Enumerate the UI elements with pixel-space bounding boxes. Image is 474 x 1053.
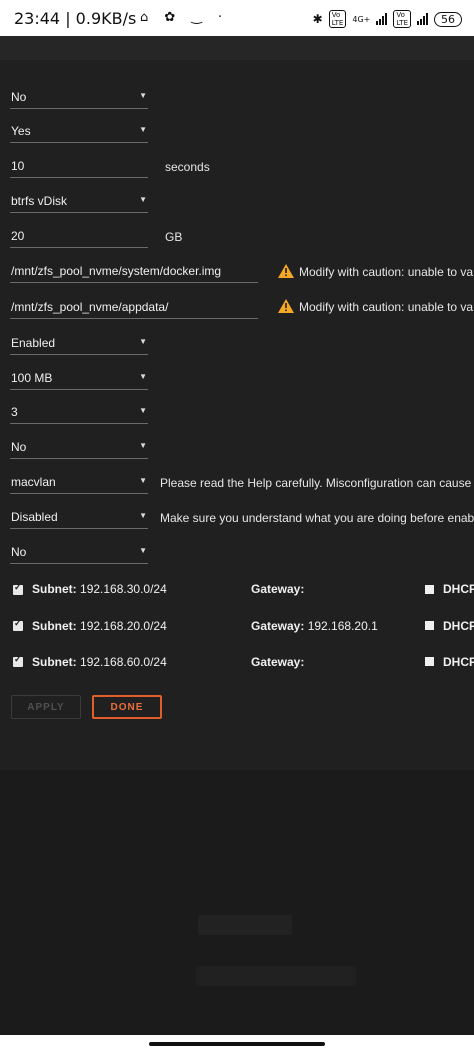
nav-bar [0,1035,474,1053]
header-bar [0,36,474,60]
select-no-2-value: No [11,440,27,454]
chevron-down-icon: ▼ [139,441,147,450]
chevron-down-icon: ▼ [139,337,147,346]
gateway-label: Gateway: [251,619,305,633]
subnet-label: Subnet: [32,582,77,596]
done-button[interactable]: DONE [92,695,162,719]
network-3-checkbox[interactable] [13,654,23,667]
docker-image-warning-text: Modify with caution: unable to va [299,265,474,279]
select-no-3[interactable]: No ▼ [10,541,148,564]
network-1-subnet: Subnet: 192.168.30.0/24 [32,582,167,596]
vdisk-size-value: 20 [11,229,25,243]
network-2-dhcp-checkbox[interactable] [425,621,434,630]
subnet-label: Subnet: [32,619,77,633]
subnet-label: Subnet: [32,655,77,669]
warning-icon [278,299,294,313]
faded-element [198,915,292,935]
network-type-select[interactable]: macvlan ▼ [10,471,148,494]
gateway-label: Gateway: [251,655,305,669]
docker-image-warning: Modify with caution: unable to va [278,264,473,279]
network-type: 4G+ [352,14,371,24]
network-2-subnet: Subnet: 192.168.20.0/24 [32,619,167,633]
timeout-input[interactable]: 10 [10,155,148,178]
chevron-down-icon: ▼ [139,91,147,100]
network-1-dhcp-label: DHCP [443,582,474,596]
network-3-dhcp-checkbox[interactable] [425,657,434,666]
apply-button[interactable]: APPLY [11,695,81,719]
timeout-unit: seconds [165,160,210,174]
select-1-value: No [11,90,27,104]
timeout-value: 10 [11,159,25,173]
select-no-3-value: No [11,545,27,559]
appdata-path-input[interactable]: /mnt/zfs_pool_nvme/appdata/ [10,296,258,319]
status-icons: ✱ Vo LTE 4G+ Vo LTE 56 [313,10,462,28]
subnet-value: 192.168.30.0/24 [80,582,167,596]
appdata-warning: Modify with caution: unable to va [278,299,473,314]
vdisk-size-input[interactable]: 20 [10,225,148,248]
log-rotation-select[interactable]: Enabled ▼ [10,332,148,355]
vdisk-type-value: btrfs vDisk [11,194,68,208]
gateway-label: Gateway: [251,582,305,596]
chevron-down-icon: ▼ [139,372,147,381]
lower-area [0,770,474,1035]
status-bar: 23:44 | 0.9KB/s ⌂ ✿ ‿ · ✱ Vo LTE 4G+ Vo LT… [0,0,474,36]
network-3-dhcp-label: DHCP [443,655,474,669]
network-1-checkbox[interactable] [13,582,23,595]
host-access-select[interactable]: Disabled ▼ [10,506,148,529]
vdisk-type-select[interactable]: btrfs vDisk ▼ [10,190,148,213]
chevron-down-icon: ▼ [139,511,147,520]
subnet-value: 192.168.20.0/24 [80,619,167,633]
host-access-value: Disabled [11,510,58,524]
network-1-dhcp-checkbox[interactable] [425,585,434,594]
home-handle[interactable] [149,1042,325,1046]
select-no-2[interactable]: No ▼ [10,436,148,459]
chevron-down-icon: ▼ [139,546,147,555]
faded-element [196,966,356,986]
chevron-down-icon: ▼ [139,406,147,415]
log-size-select[interactable]: 100 MB ▼ [10,367,148,390]
log-count-select[interactable]: 3 ▼ [10,401,148,424]
log-count-value: 3 [11,405,18,419]
volte-icon-2: Vo LTE [393,10,411,28]
appdata-path-value: /mnt/zfs_pool_nvme/appdata/ [11,300,169,314]
volte-icon: Vo LTE [328,10,347,28]
network-3-subnet: Subnet: 192.168.60.0/24 [32,655,167,669]
chevron-down-icon: ▼ [139,476,147,485]
log-size-value: 100 MB [11,371,53,385]
appdata-warning-text: Modify with caution: unable to va [299,300,474,314]
status-time: 23:44 | 0.9KB/s [14,9,137,28]
network-1-gateway: Gateway: [251,582,304,596]
network-3-gateway: Gateway: [251,655,304,669]
host-access-note: Make sure you understand what you are do… [160,511,474,525]
gateway-value: 192.168.20.1 [307,619,378,633]
log-rotation-value: Enabled [11,336,56,350]
battery-icon: 56 [434,11,462,27]
subnet-value: 192.168.60.0/24 [80,655,167,669]
network-type-note: Please read the Help carefully. Misconfi… [160,476,474,490]
chevron-down-icon: ▼ [139,195,147,204]
chevron-down-icon: ▼ [139,125,147,134]
network-2-gateway: Gateway: 192.168.20.1 [251,619,378,633]
docker-image-path-input[interactable]: /mnt/zfs_pool_nvme/system/docker.img [10,260,258,283]
network-type-value: macvlan [11,475,56,489]
docker-image-path-value: /mnt/zfs_pool_nvme/system/docker.img [11,264,222,278]
network-2-dhcp-label: DHCP [443,619,474,633]
signal-icon [376,13,388,25]
vdisk-unit: GB [165,230,183,244]
select-2[interactable]: Yes ▼ [10,120,148,143]
bluetooth-icon: ✱ [312,12,323,26]
warning-icon [278,264,294,278]
select-2-value: Yes [11,124,31,138]
network-2-checkbox[interactable] [13,618,23,631]
notification-icons: ⌂ ✿ ‿ · [140,10,229,25]
select-1[interactable]: No ▼ [10,86,148,109]
signal-icon-2 [417,13,428,25]
